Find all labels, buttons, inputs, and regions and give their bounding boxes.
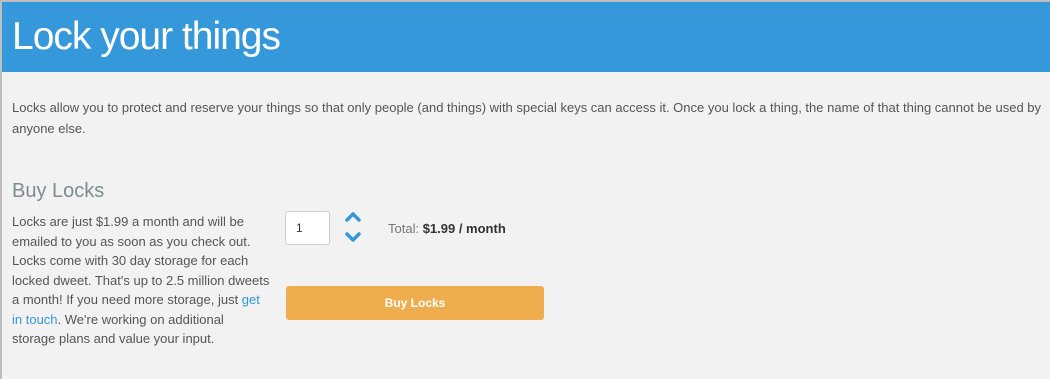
chevron-down-icon[interactable] (342, 228, 364, 246)
total-label: Total: (388, 221, 423, 236)
page-title: Lock your things (12, 15, 281, 58)
page: Lock your things Locks allow you to prot… (0, 0, 1050, 379)
buy-locks-button[interactable]: Buy Locks (286, 286, 544, 320)
description-text-start: Locks are just $1.99 a month and will be… (12, 214, 270, 307)
total-price: Total: $1.99 / month (388, 221, 506, 237)
intro-text: Locks allow you to protect and reserve y… (12, 100, 1042, 136)
buy-locks-description: Locks are just $1.99 a month and will be… (12, 212, 270, 349)
header-banner: Lock your things (2, 2, 1050, 72)
buy-locks-heading: Buy Locks (12, 180, 105, 202)
quantity-stepper (342, 208, 364, 248)
quantity-input[interactable] (285, 211, 330, 245)
chevron-up-icon[interactable] (342, 208, 364, 226)
total-value: $1.99 / month (422, 221, 506, 236)
